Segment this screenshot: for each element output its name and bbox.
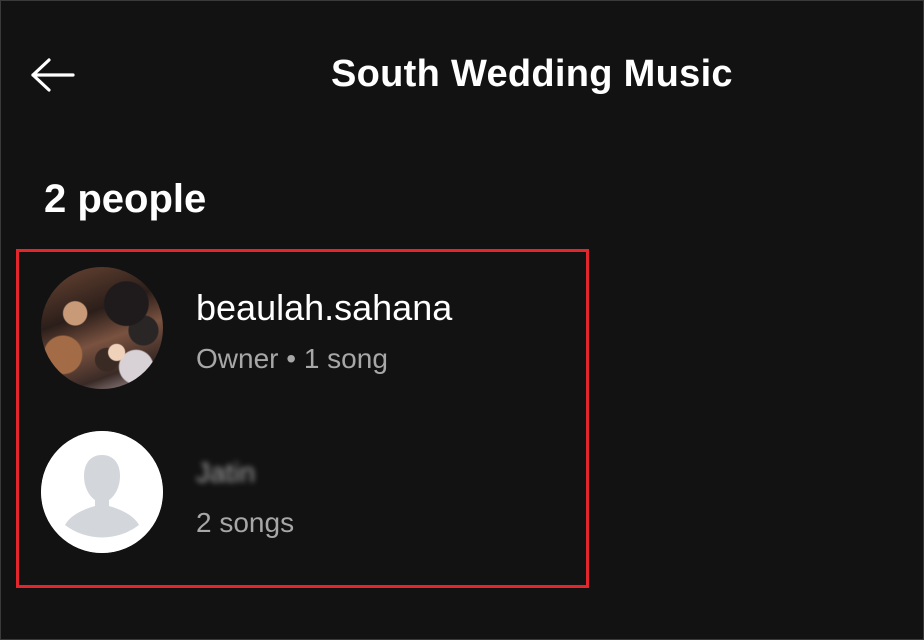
member-name: Jatin xyxy=(196,457,256,488)
page-title: South Wedding Music xyxy=(331,53,733,95)
member-name: beaulah.sahana xyxy=(196,287,453,328)
avatar xyxy=(41,267,163,389)
member-subtitle: 2 songs xyxy=(196,507,295,538)
top-bar: South Wedding Music xyxy=(1,1,923,151)
member-subtitle: Owner • 1 song xyxy=(196,343,388,374)
people-count: 2 people xyxy=(44,177,207,221)
member-row-owner[interactable]: beaulah.sahana Owner • 1 song xyxy=(41,267,581,391)
member-row-collaborator[interactable]: Jatin 2 songs xyxy=(41,431,581,555)
playlist-collaborators-screen: South Wedding Music 2 people beaulah.sah… xyxy=(0,0,924,640)
arrow-left-icon xyxy=(31,58,75,92)
back-button[interactable] xyxy=(27,55,77,95)
default-user-icon xyxy=(41,431,163,553)
